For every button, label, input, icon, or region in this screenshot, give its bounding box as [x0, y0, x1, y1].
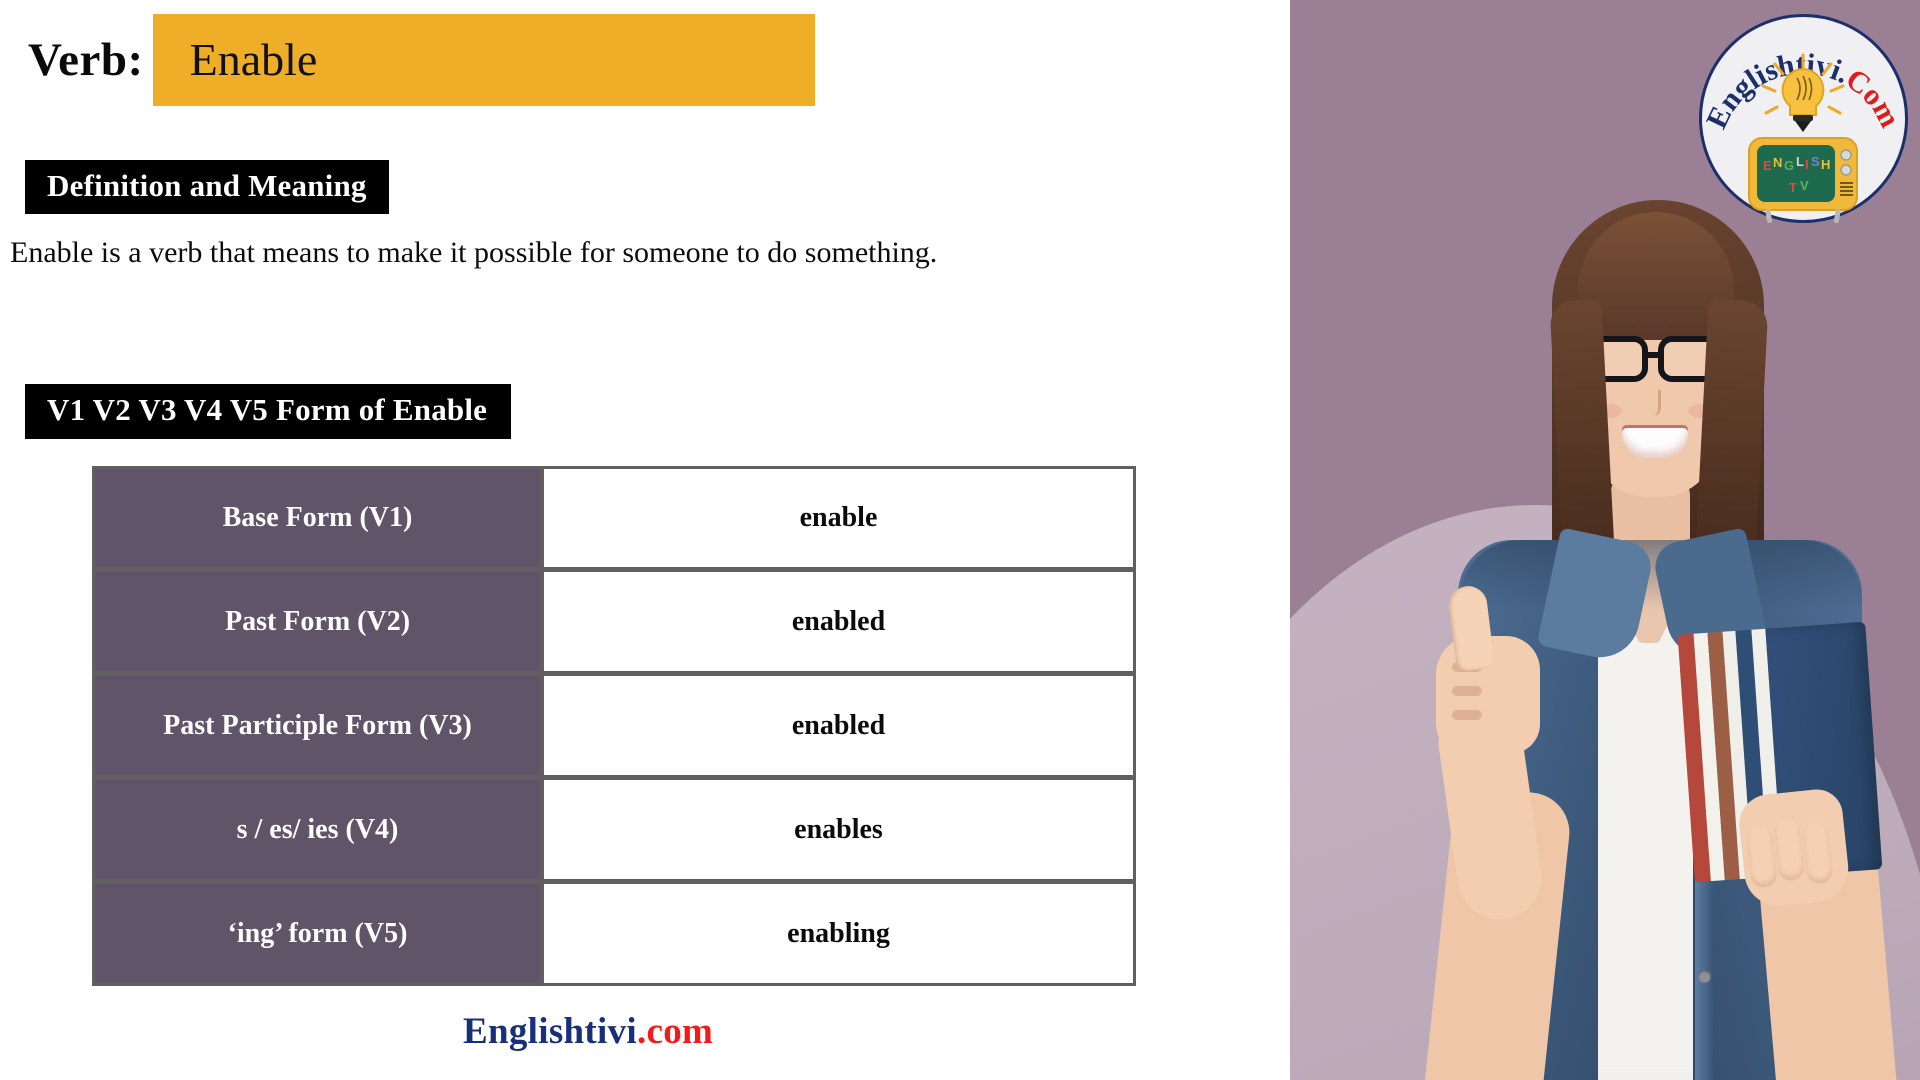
footer-brand[interactable]: Englishtivi.com	[463, 1010, 713, 1053]
footer-brand-name: Englishtivi	[463, 1011, 637, 1052]
nose	[1647, 390, 1661, 416]
finger	[1772, 817, 1806, 882]
form-value-cell: enabled	[542, 570, 1136, 674]
definition-section-tag: Definition and Meaning	[25, 160, 389, 214]
englishtivi-logo[interactable]: Englishtivi.Com E N G L I S H T V	[1697, 12, 1910, 225]
verb-header-row: Verb: Enable	[28, 14, 815, 106]
verb-forms-table-body: Base Form (V1) enable Past Form (V2) ena…	[92, 466, 1136, 986]
table-row: Base Form (V1) enable	[92, 466, 1136, 570]
form-label-cell: Past Participle Form (V3)	[92, 674, 542, 778]
footer-brand-tld: .com	[636, 1011, 714, 1052]
svg-text:N: N	[1773, 155, 1782, 170]
form-value-cell: enabling	[542, 882, 1136, 986]
form-value-cell: enable	[542, 466, 1136, 570]
svg-text:G: G	[1784, 158, 1794, 173]
table-row: ‘ing’ form (V5) enabling	[92, 882, 1136, 986]
svg-text:L: L	[1796, 154, 1804, 169]
verb-label: Verb:	[28, 33, 144, 86]
finger	[1745, 824, 1778, 889]
form-label-cell: ‘ing’ form (V5)	[92, 882, 542, 986]
svg-text:S: S	[1811, 154, 1820, 169]
jacket-button	[1698, 970, 1711, 983]
svg-text:T: T	[1789, 180, 1797, 195]
verb-forms-table: Base Form (V1) enable Past Form (V2) ena…	[92, 466, 1136, 986]
form-value-cell: enables	[542, 778, 1136, 882]
definition-text: Enable is a verb that means to make it p…	[10, 236, 938, 269]
forms-section-tag: V1 V2 V3 V4 V5 Form of Enable	[25, 384, 512, 439]
svg-text:H: H	[1821, 157, 1830, 172]
eyeglass-bridge	[1646, 352, 1662, 358]
table-row: Past Participle Form (V3) enabled	[92, 674, 1136, 778]
table-row: s / es/ ies (V4) enables	[92, 778, 1136, 882]
svg-text:V: V	[1800, 178, 1809, 193]
svg-text:E: E	[1763, 158, 1772, 173]
form-label-cell: s / es/ ies (V4)	[92, 778, 542, 882]
verb-highlight-box: Enable	[152, 14, 815, 106]
verb-value: Enable	[189, 34, 318, 85]
knuckle	[1452, 686, 1482, 696]
form-label-cell: Past Form (V2)	[92, 570, 542, 674]
hand-right	[1736, 786, 1852, 910]
finger	[1801, 820, 1834, 885]
television-icon: E N G L I S H T V	[1748, 137, 1858, 223]
svg-text:I: I	[1805, 157, 1809, 172]
form-label-cell: Base Form (V1)	[92, 466, 542, 570]
table-row: Past Form (V2) enabled	[92, 570, 1136, 674]
knuckle	[1452, 710, 1482, 720]
form-value-cell: enabled	[542, 674, 1136, 778]
